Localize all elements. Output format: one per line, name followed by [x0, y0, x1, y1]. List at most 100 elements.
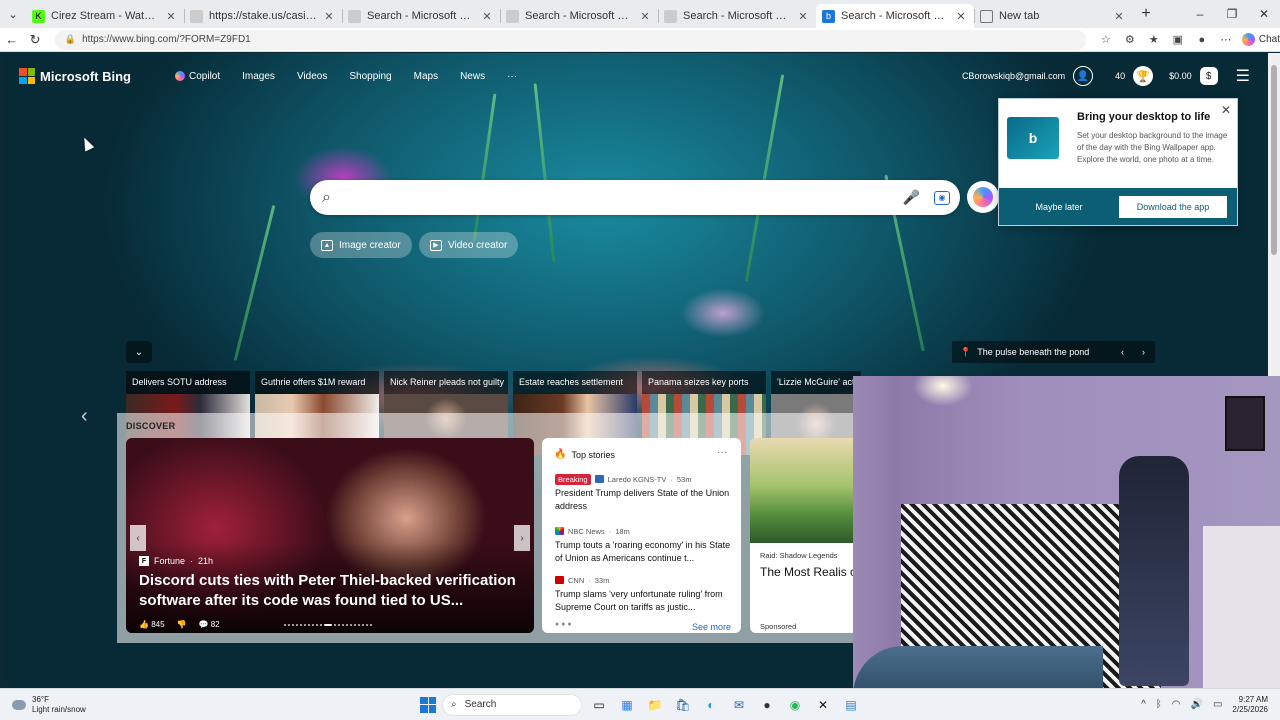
rewards-trophy-icon[interactable]: 🏆: [1133, 66, 1154, 86]
dollar-icon[interactable]: $: [1199, 67, 1218, 85]
minimize-icon[interactable]: –: [1184, 7, 1216, 21]
tab-new[interactable]: New tab ✕: [974, 4, 1132, 28]
more-options-icon[interactable]: ···: [717, 447, 727, 458]
story-item[interactable]: Breaking Laredo KGNS-TV · 53m President …: [555, 473, 735, 513]
task-view-icon[interactable]: ▭: [588, 694, 610, 716]
like-button[interactable]: 👍 845: [139, 620, 165, 629]
close-window-icon[interactable]: ✕: [1248, 7, 1280, 21]
close-icon[interactable]: ✕: [1112, 10, 1126, 23]
photos-icon[interactable]: ▤: [840, 694, 862, 716]
profile-icon[interactable]: ●: [1190, 34, 1214, 46]
close-icon[interactable]: ✕: [322, 10, 336, 23]
store-icon[interactable]: 🛍: [672, 694, 694, 716]
maximize-icon[interactable]: ❐: [1216, 7, 1248, 21]
tab-kick[interactable]: K Cirez Stream - Watch Live on ✕: [26, 4, 184, 28]
tab-bing-3[interactable]: Search - Microsoft Bing ✕: [658, 4, 816, 28]
close-icon[interactable]: ✕: [796, 10, 810, 23]
wifi-icon[interactable]: ◠: [1172, 699, 1181, 710]
clock[interactable]: 9:27 AM 2/25/2026: [1232, 695, 1268, 715]
weather-widget[interactable]: 36°F Light rain/snow: [12, 695, 132, 715]
story-title[interactable]: Trump touts a 'roaring economy' in his S…: [555, 539, 735, 565]
nav-videos[interactable]: Videos: [297, 71, 327, 82]
nav-more-icon[interactable]: ···: [507, 71, 517, 82]
hero-title[interactable]: Discord cuts ties with Peter Thiel-backe…: [139, 571, 529, 611]
account-email[interactable]: CBorowskiqb@gmail.com: [962, 71, 1065, 81]
sponsored-card[interactable]: Raid: Shadow Legends The Most Realis of …: [750, 438, 860, 633]
bluetooth-icon[interactable]: ᛒ: [1156, 699, 1162, 710]
bing-logo[interactable]: Microsoft Bing: [19, 68, 131, 84]
close-icon[interactable]: ✕: [638, 10, 652, 23]
extensions-icon[interactable]: ⚙: [1118, 33, 1142, 46]
ad-title[interactable]: The Most Realis of 2026: [760, 564, 860, 581]
volume-icon[interactable]: 🔊: [1191, 699, 1203, 710]
sponsored-label: Sponsored: [760, 622, 797, 631]
tab-bing-1[interactable]: Search - Microsoft Bing ✕: [342, 4, 500, 28]
outlook-icon[interactable]: ✉: [728, 694, 750, 716]
edge-icon[interactable]: ◐: [700, 694, 722, 716]
close-icon[interactable]: ✕: [1221, 103, 1231, 117]
hamburger-menu-icon[interactable]: ☰: [1236, 66, 1250, 86]
hero-source: Fortune: [154, 556, 186, 566]
microphone-icon[interactable]: 🎤: [903, 189, 920, 206]
see-more-link[interactable]: See more: [692, 622, 731, 632]
visual-search-icon[interactable]: ◉: [934, 190, 950, 205]
refresh-icon[interactable]: ↻: [23, 32, 46, 48]
taskbar-search[interactable]: ⌕ Search: [442, 693, 582, 716]
image-caption[interactable]: The pulse beneath the pond: [977, 347, 1089, 357]
image-creator-button[interactable]: ▲ Image creator: [310, 232, 412, 258]
favorites-icon[interactable]: ★: [1142, 33, 1166, 46]
close-icon[interactable]: ✕: [164, 10, 178, 23]
scrollbar-thumb[interactable]: [1271, 65, 1277, 255]
story-title[interactable]: Trump slams 'very unfortunate ruling' fr…: [555, 588, 735, 614]
nav-news[interactable]: News: [460, 71, 485, 82]
story-item[interactable]: NBC News · 18m Trump touts a 'roaring ec…: [555, 525, 735, 565]
chevron-right-icon[interactable]: ›: [514, 525, 530, 551]
search-input[interactable]: [340, 182, 903, 213]
chevron-up-icon[interactable]: ^: [1141, 699, 1146, 710]
url-field[interactable]: 🔒 https://www.bing.com/?FORM=Z9FD1: [54, 29, 1086, 50]
widgets-icon[interactable]: ▦: [616, 694, 638, 716]
nav-copilot[interactable]: Copilot: [175, 71, 220, 82]
nav-shopping[interactable]: Shopping: [349, 71, 391, 82]
more-icon[interactable]: ⋯: [1214, 33, 1238, 46]
x-app-icon[interactable]: ✕: [812, 694, 834, 716]
chevron-right-icon[interactable]: ›: [1142, 347, 1145, 357]
trending-prev-icon[interactable]: ‹: [81, 405, 88, 428]
chevron-left-icon[interactable]: ‹: [1121, 347, 1124, 357]
chevron-left-icon[interactable]: ‹: [130, 525, 146, 551]
tab-actions-menu[interactable]: ⌄: [0, 0, 26, 28]
balance[interactable]: $0.00: [1169, 71, 1192, 81]
windows-start-icon[interactable]: [420, 696, 436, 713]
nav-images[interactable]: Images: [242, 71, 275, 82]
maybe-later-button[interactable]: Maybe later: [999, 202, 1119, 212]
spotify-icon[interactable]: ◉: [784, 694, 806, 716]
download-app-button[interactable]: Download the app: [1119, 195, 1227, 218]
close-icon[interactable]: ✕: [954, 10, 968, 23]
file-explorer-icon[interactable]: 📁: [644, 694, 666, 716]
nav-maps[interactable]: Maps: [414, 71, 438, 82]
tab-bing-2[interactable]: Search - Microsoft Bing ✕: [500, 4, 658, 28]
hero-news-card[interactable]: ‹ › F Fortune · 21h Discord cuts ties wi…: [126, 438, 534, 633]
github-icon[interactable]: ●: [756, 694, 778, 716]
story-item[interactable]: CNN · 33m Trump slams 'very unfortunate …: [555, 574, 735, 614]
like-count: 845: [151, 620, 165, 629]
avatar-icon[interactable]: 👤: [1073, 66, 1094, 86]
favorite-star-icon[interactable]: ☆: [1094, 33, 1118, 46]
image-info-bar[interactable]: 📍 The pulse beneath the pond ‹ ›: [952, 341, 1155, 363]
comment-button[interactable]: 💬 82: [199, 620, 220, 629]
collapse-feed-button[interactable]: ⌄: [126, 341, 152, 363]
back-icon[interactable]: ←: [0, 32, 23, 47]
battery-icon[interactable]: ▭: [1213, 699, 1222, 710]
copilot-button[interactable]: [967, 181, 999, 213]
chat-button[interactable]: Chat: [1241, 33, 1280, 46]
tab-stake[interactable]: https://stake.us/casino/games/ev ✕: [184, 4, 342, 28]
rewards-points[interactable]: 40: [1115, 71, 1125, 81]
collections-icon[interactable]: ▣: [1166, 33, 1190, 46]
nbc-logo-icon: [555, 527, 564, 535]
new-tab-button[interactable]: +: [1132, 5, 1160, 23]
video-creator-button[interactable]: ▶ Video creator: [419, 232, 519, 258]
story-title[interactable]: President Trump delivers State of the Un…: [555, 487, 735, 513]
thumbs-down-icon[interactable]: 👎: [177, 620, 187, 629]
tab-bing-active[interactable]: b Search - Microsoft Bing ✕: [816, 4, 974, 28]
close-icon[interactable]: ✕: [480, 10, 494, 23]
